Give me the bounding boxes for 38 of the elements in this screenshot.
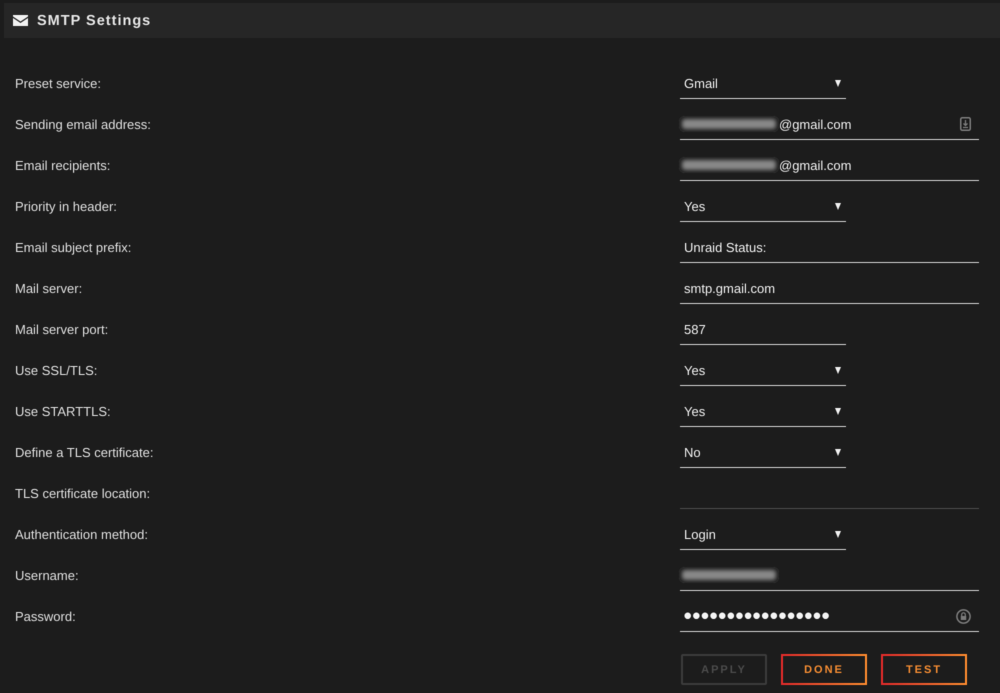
- field-label: Mail server port:: [15, 322, 110, 337]
- caret-icon: [835, 366, 841, 374]
- text-field[interactable]: Unraid Status:: [680, 232, 979, 263]
- field-label: Define a TLS certificate:: [15, 445, 154, 460]
- field-label: Priority in header:: [15, 199, 118, 214]
- caret-icon: [835, 202, 841, 210]
- dropdown[interactable]: Gmail: [680, 68, 846, 99]
- field-label: Email subject prefix:: [15, 240, 132, 255]
- field-label: Authentication method:: [15, 527, 149, 542]
- dropdown[interactable]: Login: [680, 519, 846, 550]
- field-label: Username:: [15, 568, 80, 583]
- field-label: Email recipients:: [15, 158, 112, 173]
- text-field[interactable]: @gmail.com: [680, 150, 979, 181]
- field-label: Sending email address:: [15, 117, 152, 132]
- envelope-icon: [13, 15, 28, 26]
- password-field[interactable]: ●●●●●●●●●●●●●●●●●: [680, 601, 979, 632]
- panel-title: SMTP Settings: [37, 12, 152, 28]
- download-icon: [960, 117, 971, 131]
- dropdown[interactable]: No: [680, 437, 846, 468]
- caret-icon: [835, 448, 841, 456]
- field-label: TLS certificate location:: [15, 486, 152, 501]
- field-label: Password:: [15, 609, 77, 624]
- action-button[interactable]: DONE: [781, 654, 867, 685]
- action-button[interactable]: TEST: [881, 654, 967, 685]
- caret-icon: [835, 530, 841, 538]
- lock-icon: [956, 608, 971, 624]
- caret-icon: [835, 80, 841, 86]
- field-label: Preset service:: [15, 76, 102, 91]
- number-field[interactable]: 587: [680, 314, 846, 345]
- text-field[interactable]: @gmail.com: [680, 109, 979, 140]
- field-label: Use STARTTLS:: [15, 404, 112, 419]
- dropdown[interactable]: Yes: [680, 355, 846, 386]
- field-label: Use SSL/TLS:: [15, 363, 98, 378]
- dropdown[interactable]: Yes: [680, 396, 846, 427]
- field-label: Mail server:: [15, 281, 84, 296]
- caret-icon: [835, 408, 841, 414]
- text-field[interactable]: smtp.gmail.com: [680, 273, 979, 304]
- dropdown[interactable]: Yes: [680, 191, 846, 222]
